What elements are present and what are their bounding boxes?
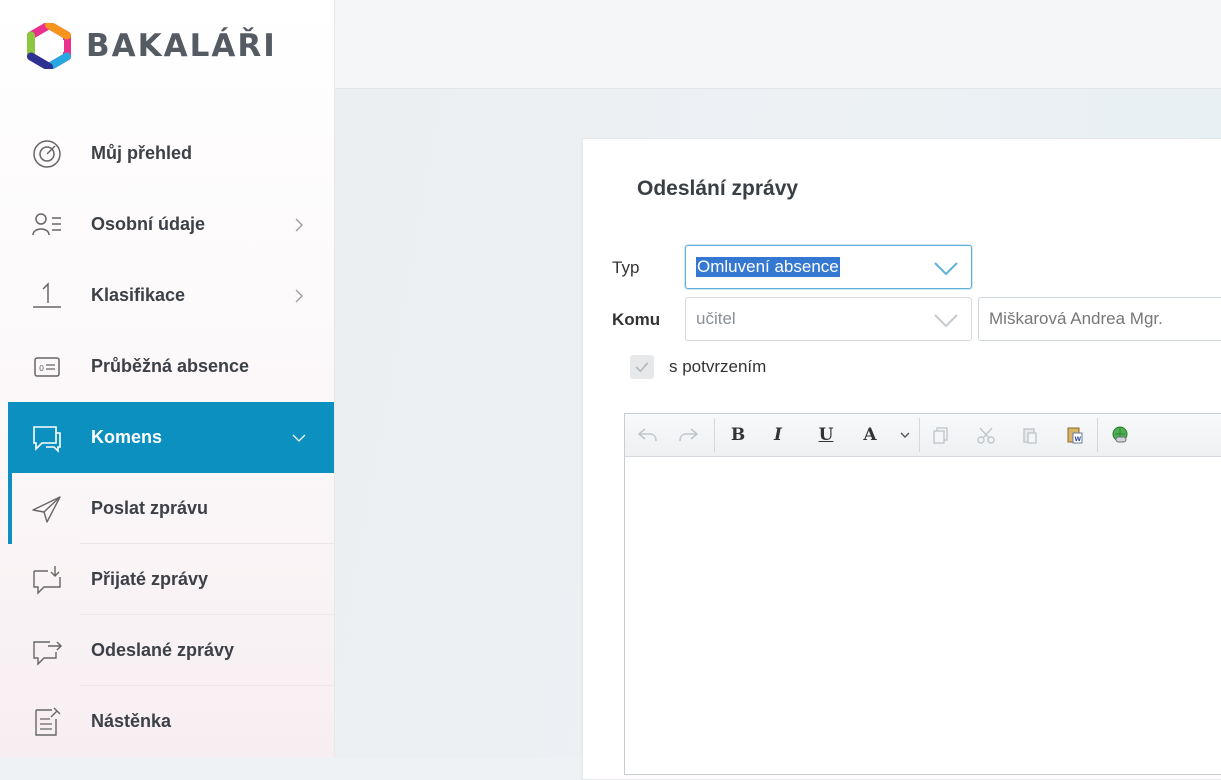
sidebar-item-klasifikace[interactable]: Klasifikace bbox=[0, 260, 334, 331]
toolbar-separator bbox=[919, 418, 920, 452]
confirm-checkbox[interactable] bbox=[630, 355, 654, 379]
chevron-right-icon bbox=[295, 218, 303, 231]
sidebar-item-label: Přijaté zprávy bbox=[91, 569, 209, 589]
sidebar-item-label: Komens bbox=[91, 427, 163, 447]
type-select[interactable]: Omluvení absence bbox=[685, 245, 972, 289]
chat-icon bbox=[30, 421, 64, 455]
svg-text:0: 0 bbox=[39, 364, 44, 373]
sidebar-item-nastenka[interactable]: Nástěnka bbox=[0, 686, 334, 757]
toolbar-separator bbox=[714, 418, 715, 452]
user-card-icon bbox=[30, 208, 64, 242]
sidebar-item-label: Odeslané zprávy bbox=[91, 640, 235, 660]
sidebar-item-komens[interactable]: Komens bbox=[8, 402, 334, 473]
target-icon bbox=[30, 137, 64, 171]
sidebar-item-label: Můj přehled bbox=[91, 143, 193, 163]
sidebar-item-prijate-zpravy[interactable]: Přijaté zprávy bbox=[0, 544, 334, 615]
recipient-group-value: učitel bbox=[696, 309, 736, 328]
svg-text:W: W bbox=[1075, 436, 1082, 443]
bold-button[interactable]: B bbox=[725, 422, 751, 448]
message-editor: B I U A W bbox=[624, 413, 1221, 775]
italic-button[interactable]: I bbox=[765, 422, 791, 448]
sidebar: BAKALÁŘI Můj přehled Osobní údaje Klasif… bbox=[0, 0, 335, 758]
sidebar-item-poslat-zpravu[interactable]: Poslat zprávu bbox=[0, 473, 334, 544]
logo[interactable]: BAKALÁŘI bbox=[26, 22, 277, 70]
editor-body[interactable] bbox=[625, 457, 1221, 774]
inbox-message-icon bbox=[30, 563, 64, 597]
type-label: Typ bbox=[612, 258, 640, 277]
redo-icon[interactable] bbox=[675, 422, 701, 448]
chevron-down-icon bbox=[934, 314, 958, 328]
font-color-button[interactable]: A bbox=[857, 422, 883, 448]
grade-one-icon bbox=[30, 279, 64, 313]
sidebar-item-osobni-udaje[interactable]: Osobní údaje bbox=[0, 189, 334, 260]
confirm-label: s potvrzením bbox=[669, 357, 767, 376]
page-title: Odeslání zprávy bbox=[637, 177, 799, 200]
bakalari-logo-icon bbox=[27, 23, 71, 69]
paper-plane-icon bbox=[30, 492, 64, 526]
copy-icon[interactable] bbox=[928, 422, 954, 448]
top-bar bbox=[335, 0, 1221, 89]
to-label: Komu bbox=[612, 310, 661, 329]
underline-button[interactable]: U bbox=[813, 422, 839, 448]
recipient-group-select[interactable]: učitel bbox=[685, 297, 972, 341]
sidebar-item-label: Nástěnka bbox=[91, 711, 172, 731]
brand-name: BAKALÁŘI bbox=[86, 28, 277, 64]
sidebar-nav: Můj přehled Osobní údaje Klasifikace 0 P… bbox=[0, 118, 334, 757]
sidebar-item-label: Klasifikace bbox=[91, 285, 186, 305]
chevron-down-icon bbox=[292, 434, 306, 442]
chevron-right-icon bbox=[295, 289, 303, 302]
sidebar-item-muj-prehled[interactable]: Můj přehled bbox=[0, 118, 334, 189]
noticeboard-icon bbox=[30, 705, 64, 739]
sidebar-item-label: Poslat zprávu bbox=[91, 498, 209, 518]
type-select-value: Omluvení absence bbox=[696, 257, 840, 277]
chevron-down-icon bbox=[934, 262, 958, 276]
paste-word-icon[interactable]: W bbox=[1062, 422, 1088, 448]
toolbar-separator bbox=[1097, 418, 1098, 452]
paste-icon[interactable] bbox=[1017, 422, 1043, 448]
absence-icon: 0 bbox=[30, 350, 64, 384]
recipient-name-value: Miškarová Andrea Mgr. bbox=[989, 309, 1163, 328]
link-icon[interactable] bbox=[1107, 422, 1133, 448]
check-icon bbox=[635, 362, 649, 373]
cut-icon[interactable] bbox=[973, 422, 999, 448]
sidebar-item-label: Osobní údaje bbox=[91, 214, 206, 234]
sidebar-item-prubezna-absence[interactable]: 0 Průběžná absence bbox=[0, 331, 334, 402]
undo-icon[interactable] bbox=[635, 422, 661, 448]
font-color-dropdown-icon[interactable] bbox=[897, 422, 913, 448]
sidebar-item-odeslane-zpravy[interactable]: Odeslané zprávy bbox=[0, 615, 334, 686]
sent-message-icon bbox=[30, 634, 64, 668]
sidebar-item-label: Průběžná absence bbox=[91, 356, 250, 376]
recipient-name-field[interactable]: Miškarová Andrea Mgr. bbox=[978, 297, 1221, 341]
editor-toolbar: B I U A W bbox=[625, 414, 1221, 457]
